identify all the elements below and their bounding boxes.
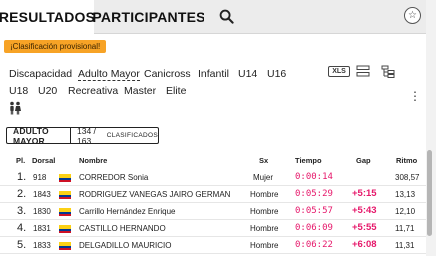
scrollbar[interactable] [426,0,436,256]
tab-bar: RESULTADOS PARTICIPANTES ☆ [0,0,426,34]
list-view-icon [356,65,370,77]
export-xls-label: XLS [332,68,346,75]
category-elite[interactable]: Elite [166,84,186,98]
star-icon: ☆ [408,10,417,21]
category-recreativa[interactable]: Recreativa [68,84,118,98]
category-canicross[interactable]: Canicross [144,67,191,81]
category-discapacidad[interactable]: Discapacidad [9,67,72,81]
people-icon [10,101,21,115]
search-icon [219,9,234,24]
table-row[interactable]: 2. 1843 RODRIGUEZ VANEGAS JAIRO GERMAN H… [0,186,426,203]
table-row[interactable]: 1. 918 CORREDOR Sonia Mujer 0:00:14 308,… [0,169,426,186]
list-view-button[interactable] [356,65,370,78]
header-ritmo[interactable]: Ritmo [396,156,417,165]
row-dorsal: 1831 [33,224,51,233]
scrollbar-thumb[interactable] [427,150,432,236]
header-pl[interactable]: Pl. [16,156,25,165]
tab-participantes[interactable]: PARTICIPANTES [92,0,206,34]
header-nombre[interactable]: Nombre [79,156,107,165]
tab-bar-filler: ☆ [248,0,426,34]
category-u16[interactable]: U16 [267,67,286,81]
table-row[interactable]: 3. 1830 Carrillo Hernández Enrique Hombr… [0,203,426,220]
row-pace: 308,57 [395,173,420,182]
row-position: 2. [17,188,27,200]
row-dorsal: 1843 [33,190,51,199]
favorite-button[interactable]: ☆ [404,7,421,24]
category-master[interactable]: Master [124,84,156,98]
tab-resultados-label: RESULTADOS [0,9,96,25]
row-position: 1. [17,171,27,183]
tab-participantes-label: PARTICIPANTES [92,8,206,25]
colombia-flag-icon [59,191,71,199]
row-gap: +5:55 [352,222,377,233]
row-position: 4. [17,222,27,234]
row-pace: 11,71 [395,224,415,233]
row-time: 0:05:57 [295,206,333,216]
header-dorsal[interactable]: Dorsal [32,156,55,165]
summary-label: CLASIFICADOS [106,132,158,139]
more-options-button[interactable]: ⋮ [409,89,421,103]
row-sex: Hombre [250,224,279,233]
tab-resultados[interactable]: RESULTADOS [0,0,96,34]
header-tiempo[interactable]: Tiempo [295,156,322,165]
row-time: 0:06:09 [295,223,333,233]
row-position: 5. [17,239,27,251]
row-pace: 11,31 [395,241,415,250]
row-time: 0:06:22 [295,240,333,250]
provisional-badge: ¡Clasificación provisional! [4,40,107,53]
results-table-header: Pl. Dorsal Nombre Sx Tiempo Gap Ritmo [0,156,426,168]
table-row[interactable]: 4. 1831 CASTILLO HERNANDO Hombre 0:06:09… [0,220,426,237]
row-dorsal: 1833 [33,241,51,250]
row-name[interactable]: Carrillo Hernández Enrique [79,207,176,216]
tree-view-button[interactable] [381,65,395,78]
summary-category: ADULTO MAYOR [7,126,71,146]
category-adulto-mayor[interactable]: Adulto Mayor [78,67,140,81]
tree-view-icon [381,65,395,78]
row-dorsal: 1830 [33,207,51,216]
header-gap[interactable]: Gap [356,156,371,165]
row-name[interactable]: RODRIGUEZ VANEGAS JAIRO GERMAN [79,190,230,199]
row-sex: Hombre [250,190,279,199]
row-position: 3. [17,205,27,217]
row-gap: +5:15 [352,188,377,199]
row-sex: Mujer [253,173,274,182]
category-infantil[interactable]: Infantil [198,67,229,81]
gender-filter-button[interactable] [8,101,22,115]
category-summary: ADULTO MAYOR 134 / 163 CLASIFICADOS [6,125,159,146]
colombia-flag-icon [59,225,71,233]
row-sex: Hombre [250,207,279,216]
category-u20[interactable]: U20 [38,84,57,98]
row-time: 0:05:29 [295,189,333,199]
category-u18[interactable]: U18 [9,84,28,98]
colombia-flag-icon [59,174,71,182]
row-gap: +6:08 [352,239,377,250]
row-sex: Hombre [250,241,279,250]
header-sx[interactable]: Sx [259,156,268,165]
category-u14[interactable]: U14 [238,67,257,81]
row-name[interactable]: DELGADILLO MAURICIO [79,241,171,250]
table-row[interactable]: 5. 1833 DELGADILLO MAURICIO Hombre 0:06:… [0,237,426,254]
colombia-flag-icon [59,242,71,250]
row-name[interactable]: CORREDOR Sonia [79,173,148,182]
export-xls-button[interactable]: XLS [328,66,350,77]
row-pace: 12,10 [395,207,416,216]
row-pace: 13,13 [395,190,416,199]
row-name[interactable]: CASTILLO HERNANDO [79,224,166,233]
row-dorsal: 918 [33,173,47,182]
row-gap: +5:43 [352,205,377,216]
search-button[interactable] [204,0,248,34]
more-vertical-icon: ⋮ [409,89,421,103]
colombia-flag-icon [59,208,71,216]
row-time: 0:00:14 [295,172,333,182]
summary-count: 134 / 163 [76,125,96,146]
